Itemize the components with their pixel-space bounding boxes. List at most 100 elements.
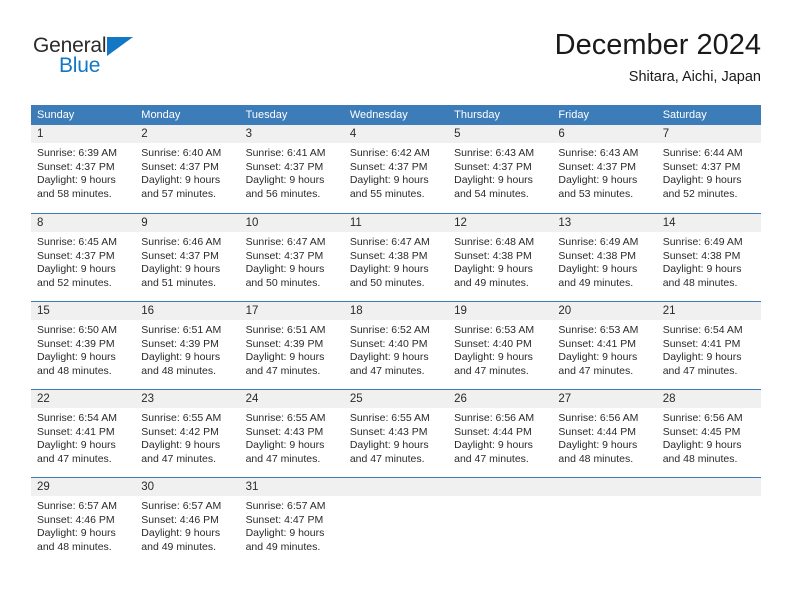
calendar-day-cell[interactable]: 30 Sunrise: 6:57 AM Sunset: 4:46 PM Dayligh… [135, 478, 240, 565]
day-sunrise-text: Sunrise: 6:56 AM [558, 412, 639, 424]
day-daylight-line2-text: and 51 minutes. [141, 276, 216, 289]
logo-text-blue: Blue [59, 54, 101, 77]
calendar-day-cell[interactable]: 31 Sunrise: 6:57 AM Sunset: 4:47 PM Dayligh… [239, 478, 344, 565]
calendar-day-cell[interactable]: 28 Sunrise: 6:56 AM Sunset: 4:45 PM Dayligh… [656, 390, 761, 477]
day-number: 30 [135, 478, 240, 496]
day-details: Sunrise: 6:51 AM Sunset: 4:39 PM Daylight:… [240, 320, 344, 378]
calendar-day-cell[interactable]: 23 Sunrise: 6:55 AM Sunset: 4:42 PM Dayligh… [135, 390, 240, 477]
day-number: 19 [448, 302, 553, 320]
day-daylight-line1-text: Daylight: 9 hours [245, 174, 325, 187]
calendar-day-cell[interactable]: 25 Sunrise: 6:55 AM Sunset: 4:43 PM Dayligh… [343, 390, 449, 477]
day-sunset-text: Sunset: 4:38 PM [349, 249, 428, 262]
day-number: 3 [239, 125, 344, 143]
day-sunrise-text: Sunrise: 6:44 AM [662, 147, 743, 159]
day-daylight-line1-text: Daylight: 9 hours [454, 351, 533, 364]
day-details: Sunrise: 6:54 AM Sunset: 4:41 PM Daylight:… [31, 408, 135, 466]
day-number: 20 [552, 302, 657, 320]
calendar-day-cell[interactable]: 10 Sunrise: 6:47 AM Sunset: 4:37 PM Dayligh… [239, 214, 344, 301]
day-sunset-text: Sunset: 4:40 PM [349, 337, 428, 350]
day-daylight-line2-text: and 47 minutes. [245, 452, 321, 465]
day-number: 25 [343, 390, 449, 408]
day-number: 28 [656, 390, 761, 408]
calendar-day-cell[interactable]: 21 Sunrise: 6:54 AM Sunset: 4:41 PM Dayligh… [656, 302, 761, 389]
calendar-grid: Sunday Monday Tuesday Wednesday Thursday Frid… [31, 105, 761, 565]
day-sunrise-text: Sunrise: 6:54 AM [37, 412, 117, 424]
day-daylight-line2-text: and 47 minutes. [141, 452, 216, 465]
day-sunset-text: Sunset: 4:37 PM [37, 249, 115, 262]
day-number [656, 478, 761, 496]
day-sunrise-text: Sunrise: 6:47 AM [349, 236, 430, 248]
calendar-day-cell[interactable]: 1 Sunrise: 6:39 AM Sunset: 4:37 PM Daylight… [31, 125, 136, 213]
calendar-day-cell[interactable]: 11 Sunrise: 6:47 AM Sunset: 4:38 PM Dayligh… [343, 214, 449, 301]
calendar-day-cell[interactable]: 18 Sunrise: 6:52 AM Sunset: 4:40 PM Dayligh… [343, 302, 449, 389]
calendar-day-cell[interactable]: 17 Sunrise: 6:51 AM Sunset: 4:39 PM Dayligh… [239, 302, 344, 389]
calendar-day-cell[interactable]: 9 Sunrise: 6:46 AM Sunset: 4:37 PM Daylight… [135, 214, 240, 301]
day-details [552, 496, 656, 500]
day-number: 6 [552, 125, 657, 143]
day-daylight-line2-text: and 49 minutes. [245, 540, 321, 553]
day-number: 7 [656, 125, 761, 143]
day-daylight-line1-text: Daylight: 9 hours [141, 351, 221, 364]
day-details: Sunrise: 6:53 AM Sunset: 4:41 PM Daylight:… [552, 320, 656, 378]
calendar-day-cell[interactable]: 20 Sunrise: 6:53 AM Sunset: 4:41 PM Dayligh… [552, 302, 657, 389]
weekday-header-friday: Friday [558, 109, 589, 121]
day-daylight-line1-text: Daylight: 9 hours [141, 527, 221, 540]
day-sunset-text: Sunset: 4:37 PM [349, 160, 428, 173]
day-daylight-line1-text: Daylight: 9 hours [141, 263, 221, 276]
day-daylight-line2-text: and 48 minutes. [141, 364, 216, 377]
calendar-day-cell[interactable]: 16 Sunrise: 6:51 AM Sunset: 4:39 PM Dayligh… [135, 302, 240, 389]
calendar-day-cell[interactable]: 6 Sunrise: 6:43 AM Sunset: 4:37 PM Daylight… [552, 125, 657, 213]
day-daylight-line1-text: Daylight: 9 hours [349, 263, 429, 276]
calendar-day-cell[interactable]: 26 Sunrise: 6:56 AM Sunset: 4:44 PM Dayligh… [448, 390, 553, 477]
general-blue-logo[interactable]: General Blue [31, 34, 181, 90]
day-details: Sunrise: 6:55 AM Sunset: 4:43 PM Daylight:… [240, 408, 344, 466]
day-sunrise-text: Sunrise: 6:57 AM [141, 500, 222, 512]
day-details: Sunrise: 6:56 AM Sunset: 4:44 PM Daylight:… [448, 408, 552, 466]
calendar-day-cell[interactable]: 24 Sunrise: 6:55 AM Sunset: 4:43 PM Dayligh… [239, 390, 344, 477]
day-details: Sunrise: 6:41 AM Sunset: 4:37 PM Daylight:… [240, 143, 344, 201]
day-sunset-text: Sunset: 4:37 PM [141, 160, 219, 173]
calendar-day-cell[interactable]: 22 Sunrise: 6:54 AM Sunset: 4:41 PM Dayligh… [31, 390, 136, 477]
calendar-day-cell[interactable]: 29 Sunrise: 6:57 AM Sunset: 4:46 PM Dayligh… [31, 478, 136, 565]
day-daylight-line2-text: and 48 minutes. [662, 452, 738, 465]
calendar-day-cell[interactable]: 13 Sunrise: 6:49 AM Sunset: 4:38 PM Dayligh… [552, 214, 657, 301]
day-number: 24 [239, 390, 344, 408]
day-details [657, 496, 761, 500]
calendar-day-cell[interactable]: 5 Sunrise: 6:43 AM Sunset: 4:37 PM Daylight… [448, 125, 553, 213]
calendar-day-cell[interactable]: 15 Sunrise: 6:50 AM Sunset: 4:39 PM Dayligh… [31, 302, 136, 389]
day-number: 16 [135, 302, 240, 320]
calendar-day-cell[interactable]: 3 Sunrise: 6:41 AM Sunset: 4:37 PM Daylight… [239, 125, 344, 213]
calendar-day-cell[interactable]: 2 Sunrise: 6:40 AM Sunset: 4:37 PM Daylight… [135, 125, 240, 213]
day-daylight-line1-text: Daylight: 9 hours [662, 439, 742, 452]
calendar-day-cell[interactable]: 14 Sunrise: 6:49 AM Sunset: 4:38 PM Dayligh… [656, 214, 761, 301]
day-details: Sunrise: 6:42 AM Sunset: 4:37 PM Daylight:… [344, 143, 448, 201]
day-daylight-line2-text: and 56 minutes. [245, 187, 321, 200]
calendar-day-cell-empty [448, 478, 553, 565]
day-details: Sunrise: 6:47 AM Sunset: 4:38 PM Daylight:… [344, 232, 448, 290]
calendar-day-cell[interactable]: 7 Sunrise: 6:44 AM Sunset: 4:37 PM Daylight… [656, 125, 761, 213]
day-daylight-line1-text: Daylight: 9 hours [558, 439, 638, 452]
day-sunset-text: Sunset: 4:37 PM [558, 160, 637, 173]
calendar-weeks: 1 Sunrise: 6:39 AM Sunset: 4:37 PM Daylight… [31, 125, 761, 565]
day-sunrise-text: Sunrise: 6:55 AM [141, 412, 222, 424]
day-sunset-text: Sunset: 4:43 PM [245, 425, 324, 438]
calendar-day-cell[interactable]: 12 Sunrise: 6:48 AM Sunset: 4:38 PM Dayligh… [448, 214, 553, 301]
calendar-day-cell[interactable]: 27 Sunrise: 6:56 AM Sunset: 4:44 PM Dayligh… [552, 390, 657, 477]
day-number: 22 [31, 390, 136, 408]
day-sunrise-text: Sunrise: 6:41 AM [245, 147, 326, 159]
day-details: Sunrise: 6:44 AM Sunset: 4:37 PM Daylight:… [657, 143, 761, 201]
day-daylight-line2-text: and 48 minutes. [37, 540, 112, 553]
day-daylight-line2-text: and 50 minutes. [245, 276, 321, 289]
calendar-day-cell[interactable]: 19 Sunrise: 6:53 AM Sunset: 4:40 PM Dayligh… [448, 302, 553, 389]
day-details: Sunrise: 6:54 AM Sunset: 4:41 PM Daylight:… [657, 320, 761, 378]
day-daylight-line1-text: Daylight: 9 hours [454, 174, 533, 187]
weekday-header-tuesday: Tuesday [245, 109, 288, 121]
day-number: 12 [448, 214, 553, 232]
weekday-header-sunday: Sunday [37, 109, 75, 121]
calendar-day-cell[interactable]: 4 Sunrise: 6:42 AM Sunset: 4:37 PM Daylight… [343, 125, 449, 213]
day-sunrise-text: Sunrise: 6:47 AM [245, 236, 326, 248]
day-sunset-text: Sunset: 4:39 PM [245, 337, 324, 350]
calendar-day-cell[interactable]: 8 Sunrise: 6:45 AM Sunset: 4:37 PM Daylight… [31, 214, 136, 301]
day-number [448, 478, 553, 496]
day-daylight-line2-text: and 58 minutes. [37, 187, 112, 200]
